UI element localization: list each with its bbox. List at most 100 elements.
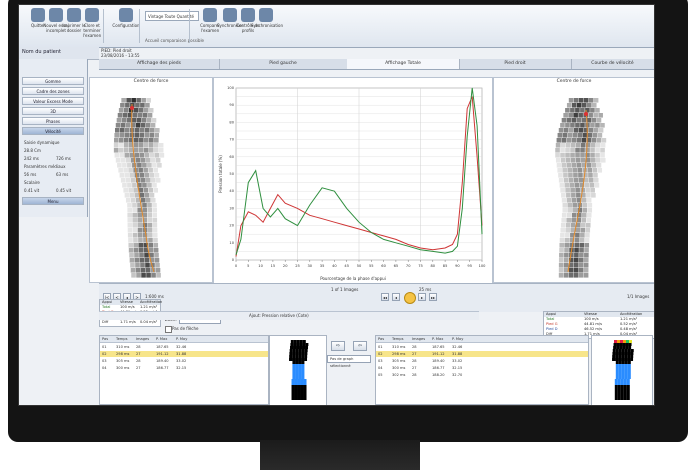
email-ribbon-button[interactable]: Synchronisation xyxy=(251,7,283,43)
heat-cell xyxy=(617,394,621,397)
pressure-cell xyxy=(120,158,126,163)
heat-cell xyxy=(297,382,301,385)
pressure-cell xyxy=(593,98,599,103)
steps-cell: 02 xyxy=(378,352,383,356)
step-graph-dropdown[interactable]: Pas de graph sélectionné xyxy=(327,355,371,368)
next-step-button[interactable]: ⇨ xyxy=(331,341,345,351)
heat-cell xyxy=(301,373,305,376)
left-sidebar: Gomme Cadre des zones Valeur Excess Mode 3D… xyxy=(19,59,88,217)
pressure-cell xyxy=(590,108,595,113)
tab-2[interactable]: Affichage Totale xyxy=(347,59,460,69)
heat-cell xyxy=(624,373,628,376)
pressure-slider-bar[interactable]: Ajout: Pression relative (Cote) xyxy=(99,311,479,320)
heat-cell xyxy=(618,352,622,355)
arrow-checkbox[interactable] xyxy=(165,326,172,333)
heat-cell xyxy=(614,382,618,385)
pressure-cell xyxy=(565,108,570,113)
pressure-cell xyxy=(576,138,582,143)
pressure-cell xyxy=(558,258,564,263)
sidebar-button-5[interactable]: Vélocité xyxy=(22,127,84,135)
pressure-cell xyxy=(139,128,145,133)
pressure-cell xyxy=(153,168,158,173)
tab-1[interactable]: Pied gauche xyxy=(219,59,348,69)
steps-row[interactable]: 04 300 ms 27 186.77 32.15 xyxy=(100,365,268,371)
sidebar-button-2[interactable]: Valeur Excess Mode xyxy=(22,97,84,105)
pressure-cell xyxy=(578,178,584,183)
pressure-cell xyxy=(578,98,584,103)
heat-cell xyxy=(630,358,634,361)
pressure-cell xyxy=(129,193,135,198)
ribbon-separator xyxy=(189,9,190,43)
steps-row[interactable]: 01 310 ms 28 187.65 32.46 xyxy=(376,344,588,350)
heat-cell xyxy=(292,364,296,367)
steps-cell: 03 xyxy=(378,359,383,363)
step-forward-button[interactable]: ▸▸ xyxy=(429,293,437,301)
pressure-cell xyxy=(132,203,137,208)
sidebar-button-1[interactable]: Cadre des zones xyxy=(22,87,84,95)
pressure-cell xyxy=(148,248,154,253)
frame-back-button[interactable]: ◂ xyxy=(392,293,400,301)
x-tick-label: 30 xyxy=(308,264,313,268)
steps-row[interactable]: 05 302 ms 28 188.20 32.70 xyxy=(376,372,588,378)
heat-cell xyxy=(615,364,619,367)
steps-cell: 28 xyxy=(412,345,417,349)
steps-row[interactable]: 03 305 ms 28 189.40 33.02 xyxy=(376,358,588,364)
heat-cell xyxy=(297,394,301,397)
tab-4[interactable]: Courbe de vélocité xyxy=(571,59,654,69)
pressure-cell xyxy=(586,163,592,168)
y-tick-label: 50 xyxy=(229,172,234,176)
pressure-cell xyxy=(559,248,564,253)
prev-step-button[interactable]: ⇦ xyxy=(353,341,367,351)
pressure-cell xyxy=(143,188,149,193)
ribbon-separator xyxy=(103,9,104,43)
pressure-cell xyxy=(129,173,135,178)
play-button[interactable] xyxy=(404,292,416,304)
steps-row[interactable]: 03 305 ms 28 189.40 33.02 xyxy=(100,358,268,364)
step-back-button[interactable]: ◂◂ xyxy=(381,293,389,301)
heat-cell xyxy=(295,355,299,358)
steps-row[interactable]: 02 298 ms 27 191.12 31.88 xyxy=(100,351,268,357)
pressure-cell xyxy=(568,178,574,183)
pressure-cell xyxy=(121,98,126,103)
sidebar-button-3[interactable]: 3D xyxy=(22,107,84,115)
pressure-cell xyxy=(583,273,589,278)
pressure-cell xyxy=(140,198,146,203)
pressure-cell xyxy=(133,243,139,248)
pressure-cell xyxy=(572,168,578,173)
pressure-cell xyxy=(119,133,125,138)
view-mode-combo[interactable]: Vintage Toute Quantité xyxy=(145,11,199,21)
pressure-cell xyxy=(572,133,578,138)
pressure-cell xyxy=(562,208,568,213)
sidebar-menu-button[interactable]: Menu xyxy=(22,197,84,205)
steps-row[interactable]: 04 300 ms 27 186.77 32.15 xyxy=(376,365,588,371)
pressure-cell xyxy=(558,178,564,183)
heat-cell xyxy=(617,388,621,391)
pressure-cell xyxy=(118,108,124,113)
pressure-cell xyxy=(142,183,147,188)
right-step-thumbnail[interactable] xyxy=(591,335,653,405)
heat-cell xyxy=(626,394,630,397)
steps-cell: 32.15 xyxy=(452,366,463,370)
pressure-cell xyxy=(147,223,153,228)
pressure-cell xyxy=(566,193,571,198)
pressure-cell xyxy=(568,173,573,178)
pressure-cell xyxy=(563,263,569,268)
pressure-cell xyxy=(119,128,125,133)
pressure-cell xyxy=(563,128,569,133)
sidebar-button-4[interactable]: Phases xyxy=(22,117,84,125)
steps-row[interactable]: 01 310 ms 28 187.65 32.46 xyxy=(100,344,268,350)
config-ribbon-button[interactable]: Configuration xyxy=(111,7,141,43)
heat-cell xyxy=(618,361,622,364)
pressure-cell xyxy=(593,113,598,118)
steps-row[interactable]: 02 298 ms 27 191.12 31.88 xyxy=(376,351,588,357)
pressure-cell xyxy=(571,118,577,123)
frame-forward-button[interactable]: ▸ xyxy=(418,293,426,301)
tab-3[interactable]: Pied droit xyxy=(459,59,572,69)
pressure-cell xyxy=(588,113,593,118)
heat-cell xyxy=(621,358,625,361)
left-step-thumbnail[interactable] xyxy=(269,335,327,405)
sidebar-button-0[interactable]: Gomme xyxy=(22,77,84,85)
image-counter-label: 1 of 1 Images xyxy=(331,287,359,292)
pressure-cell xyxy=(148,168,153,173)
tab-0[interactable]: Affichage des pieds xyxy=(99,59,220,69)
